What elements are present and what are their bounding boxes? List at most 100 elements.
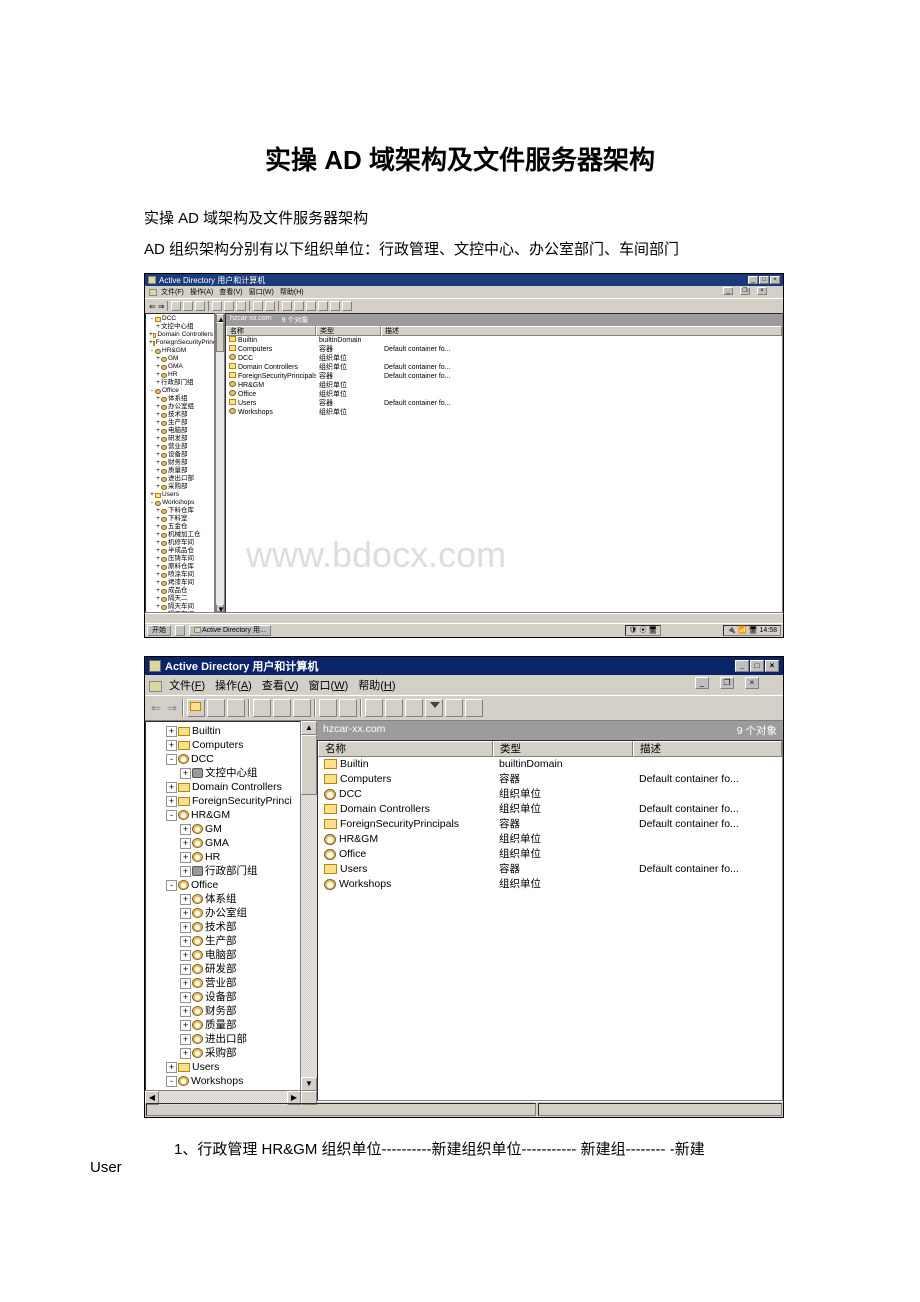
toolbar-button[interactable] <box>405 699 423 717</box>
list-row[interactable]: ForeignSecurityPrincipals容器Default conta… <box>318 817 782 832</box>
tree-item[interactable]: +下料仓库 <box>147 507 213 515</box>
list-view[interactable]: hzcar-xx.com 9 个对象 名称 类型 描述 Builtinbuilt… <box>317 721 783 1101</box>
toolbar-button[interactable] <box>330 301 340 311</box>
toolbar-button[interactable] <box>342 301 352 311</box>
tree-item[interactable]: -Workshops <box>147 499 213 507</box>
tree-item[interactable]: -Office <box>147 387 213 395</box>
tree-item[interactable]: +Computers <box>146 738 300 752</box>
list-row[interactable]: DCC组织单位 <box>226 354 782 363</box>
tree-item[interactable]: +研发部 <box>147 435 213 443</box>
taskbar-app-button[interactable]: Active Directory 用... <box>189 625 271 636</box>
inner-close[interactable]: × <box>745 677 759 689</box>
toolbar-button[interactable] <box>318 301 328 311</box>
list-row[interactable]: BuiltinbuiltinDomain <box>318 757 782 772</box>
toolbar-button[interactable] <box>236 301 246 311</box>
list-row[interactable]: Workshops组织单位 <box>318 877 782 892</box>
list-view[interactable]: hzcar-xx.com 9 个对象 名称 类型 描述 Builtinbuilt… <box>225 313 783 613</box>
tree-item[interactable]: +生产部 <box>147 419 213 427</box>
tree-item[interactable]: +技术部 <box>146 920 300 934</box>
tree-item[interactable]: +喷涂车间 <box>147 571 213 579</box>
tree-item[interactable]: +电脑部 <box>146 948 300 962</box>
tree-item[interactable]: +烤漆车间 <box>147 579 213 587</box>
maximize-button[interactable]: □ <box>750 660 764 672</box>
close-button[interactable]: × <box>765 660 779 672</box>
tree-item[interactable]: +技术部 <box>147 411 213 419</box>
tree-item[interactable]: +财务部 <box>146 1004 300 1018</box>
tree-item[interactable]: +行政部门组 <box>147 379 213 387</box>
col-desc[interactable]: 描述 <box>633 741 782 757</box>
toolbar-button[interactable] <box>224 301 234 311</box>
filter-icon[interactable] <box>425 699 443 717</box>
tree-item[interactable]: +体系组 <box>146 892 300 906</box>
list-row[interactable]: Office组织单位 <box>226 390 782 399</box>
menu-item[interactable]: 操作(A) <box>215 680 252 692</box>
tree-item[interactable]: +设备部 <box>147 451 213 459</box>
toolbar-button[interactable] <box>445 699 463 717</box>
tree-item[interactable]: +机修车间 <box>147 539 213 547</box>
tree-item[interactable]: +下料室 <box>147 515 213 523</box>
tree-item[interactable]: -Workshops <box>146 1074 300 1088</box>
tree-item[interactable]: +电脑部 <box>147 427 213 435</box>
minimize-button[interactable]: _ <box>748 276 758 284</box>
toolbar-button[interactable] <box>365 699 383 717</box>
tree-item[interactable]: +营业部 <box>147 443 213 451</box>
tree-item[interactable]: +Users <box>147 491 213 499</box>
col-desc[interactable]: 描述 <box>381 326 782 336</box>
toolbar-button[interactable] <box>227 699 245 717</box>
tree-item[interactable]: +财务部 <box>147 459 213 467</box>
list-row[interactable]: Users容器Default container fo... <box>226 399 782 408</box>
menu-item[interactable]: 查看(V) <box>262 680 299 692</box>
tree-item[interactable]: +ForeignSecurityPrincip <box>147 339 213 347</box>
toolbar-button[interactable] <box>265 301 275 311</box>
tree-item[interactable]: +营业部 <box>146 976 300 990</box>
toolbar-button[interactable] <box>171 301 181 311</box>
menu-item[interactable]: 窗口(W) <box>309 680 349 692</box>
inner-minimize[interactable]: _ <box>723 287 733 295</box>
list-row[interactable]: ForeignSecurityPrincipals容器Default conta… <box>226 372 782 381</box>
start-button[interactable]: 开始 <box>147 625 171 636</box>
menu-item[interactable]: 文件(F) <box>161 289 184 296</box>
tree-scrollbar-v[interactable]: ▲▼ <box>301 721 317 1091</box>
toolbar-button[interactable] <box>183 301 193 311</box>
toolbar-button[interactable] <box>253 301 263 311</box>
tree-item[interactable]: +半成品仓 <box>147 547 213 555</box>
tree-item[interactable]: +ForeignSecurityPrinci <box>146 794 300 808</box>
tree-item[interactable]: +文控中心组 <box>146 766 300 780</box>
list-row[interactable]: DCC组织单位 <box>318 787 782 802</box>
tree-item[interactable]: +五金仓 <box>147 523 213 531</box>
tree-item[interactable]: +文控中心组 <box>147 323 213 331</box>
col-type[interactable]: 类型 <box>316 326 381 336</box>
tree-item[interactable]: +进出口部 <box>147 475 213 483</box>
menu-item[interactable]: 窗口(W) <box>249 289 274 296</box>
tree-item[interactable]: +机械加工仓 <box>147 531 213 539</box>
toolbar-button[interactable] <box>294 301 304 311</box>
tree-item[interactable]: +GMA <box>147 363 213 371</box>
list-row[interactable]: BuiltinbuiltinDomain <box>226 336 782 345</box>
col-type[interactable]: 类型 <box>493 741 633 757</box>
tree-item[interactable]: -HR&GM <box>146 808 300 822</box>
toolbar-button[interactable] <box>282 301 292 311</box>
tree-item[interactable]: +体系组 <box>147 395 213 403</box>
tree-item[interactable]: +Domain Controllers <box>147 331 213 339</box>
tree-item[interactable]: +采购部 <box>147 483 213 491</box>
list-row[interactable]: Computers容器Default container fo... <box>318 772 782 787</box>
list-row[interactable]: Workshops组织单位 <box>226 408 782 417</box>
tree-item[interactable]: +办公室组 <box>147 403 213 411</box>
toolbar-button[interactable] <box>293 699 311 717</box>
toolbar-button[interactable] <box>212 301 222 311</box>
toolbar-button[interactable] <box>319 699 337 717</box>
tree-item[interactable]: +Builtin <box>146 724 300 738</box>
menu-item[interactable]: 帮助(H) <box>280 289 304 296</box>
list-row[interactable]: HR&GM组织单位 <box>318 832 782 847</box>
tree-item[interactable]: +HR <box>146 850 300 864</box>
close-button[interactable]: × <box>770 276 780 284</box>
menu-item[interactable]: 帮助(H) <box>358 680 395 692</box>
toolbar-button[interactable] <box>253 699 271 717</box>
up-button[interactable] <box>187 699 205 717</box>
maximize-button[interactable]: □ <box>759 276 769 284</box>
inner-restore[interactable]: ❐ <box>740 287 750 295</box>
tree-item[interactable]: -DCC <box>147 315 213 323</box>
tree-item[interactable]: -Office <box>146 878 300 892</box>
tree-item[interactable]: +隔天车间 <box>147 603 213 611</box>
toolbar-button[interactable] <box>207 699 225 717</box>
